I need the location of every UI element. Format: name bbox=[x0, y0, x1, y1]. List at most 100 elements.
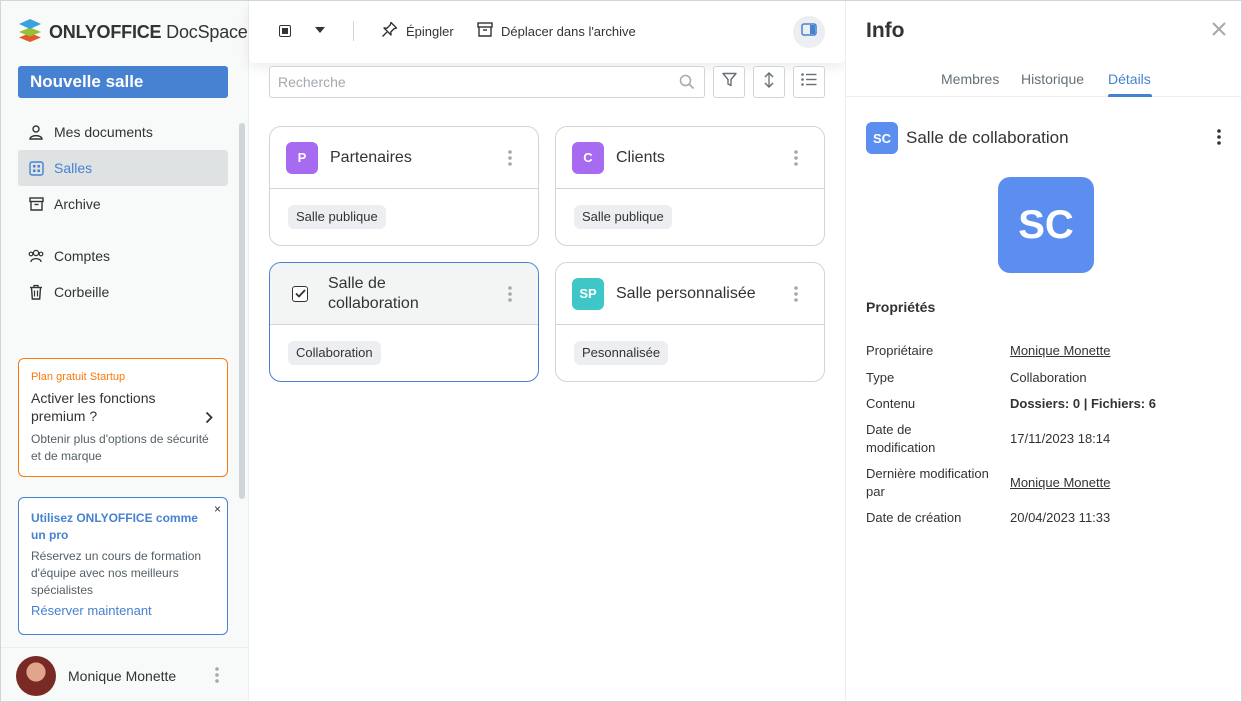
list-view-icon bbox=[801, 73, 817, 91]
avatar[interactable] bbox=[16, 655, 56, 696]
info-panel-toggle[interactable] bbox=[793, 16, 825, 48]
sidebar-item-archive[interactable]: Archive bbox=[18, 186, 228, 222]
pin-label: Épingler bbox=[406, 23, 454, 39]
sidebar-item-label: Comptes bbox=[54, 248, 111, 264]
property-label: Dernière modification par bbox=[866, 466, 989, 499]
room-title[interactable]: Salle personnalisée bbox=[616, 284, 756, 304]
modified-by-link[interactable]: Monique Monette bbox=[1010, 474, 1110, 492]
room-card-header: SP Salle personnalisée bbox=[556, 263, 824, 325]
toolbar-divider bbox=[353, 21, 354, 41]
select-all-checkbox[interactable] bbox=[279, 25, 291, 37]
info-panel: Info Membres Historique Détails SC Salle… bbox=[845, 1, 1241, 701]
property-label: Date de modification bbox=[866, 422, 936, 455]
close-icon[interactable]: × bbox=[214, 502, 221, 516]
user-name: Monique Monette bbox=[68, 667, 177, 684]
room-type-tag[interactable]: Pesonnalisée bbox=[574, 341, 669, 365]
pin-icon bbox=[381, 21, 398, 41]
more-options-icon[interactable] bbox=[794, 150, 798, 171]
more-options-icon[interactable] bbox=[794, 286, 798, 307]
app-window: ONLYOFFICE DocSpace Nouvelle salle Mes d… bbox=[0, 0, 1242, 702]
book-now-link[interactable]: Réserver maintenant bbox=[31, 603, 215, 618]
archive-icon bbox=[28, 196, 44, 212]
sort-button[interactable] bbox=[753, 66, 785, 98]
sort-icon bbox=[762, 71, 776, 94]
filter-icon bbox=[721, 72, 737, 92]
more-options-icon[interactable] bbox=[215, 667, 219, 688]
room-type-tag[interactable]: Salle publique bbox=[574, 205, 672, 229]
promo-header: Plan gratuit Startup bbox=[31, 371, 126, 383]
sidebar-item-label: Salles bbox=[54, 160, 93, 176]
sidebar-scrollbar[interactable] bbox=[239, 123, 245, 499]
room-large-logo: SC bbox=[998, 177, 1094, 273]
sidebar-item-label: Archive bbox=[54, 196, 101, 212]
room-type-tag[interactable]: Salle publique bbox=[288, 205, 386, 229]
sidebar-item-rooms[interactable]: Salles bbox=[18, 150, 228, 186]
room-name: Salle de collaboration bbox=[906, 128, 1069, 147]
room-title[interactable]: Partenaires bbox=[330, 148, 412, 168]
promo-description: Obtenir plus d'options de sécurité et de… bbox=[31, 432, 209, 463]
logo[interactable]: ONLYOFFICE DocSpace bbox=[17, 17, 248, 48]
pro-training-banner: Utilisez ONLYOFFICE comme un pro Réserve… bbox=[18, 497, 228, 635]
sidebar-item-accounts[interactable]: Comptes bbox=[18, 238, 228, 274]
search-input[interactable] bbox=[269, 66, 705, 98]
rooms-icon bbox=[28, 160, 44, 176]
sidebar-item-trash[interactable]: Corbeille bbox=[18, 274, 228, 310]
sidebar-item-my-documents[interactable]: Mes documents bbox=[18, 114, 228, 150]
chevron-right-icon[interactable] bbox=[205, 411, 213, 429]
logo-text: ONLYOFFICE DocSpace bbox=[49, 22, 248, 42]
room-card-header: Salle de collaboration bbox=[270, 263, 538, 325]
room-card-collaboration[interactable]: Salle de collaboration Collaboration bbox=[269, 262, 539, 382]
more-options-icon[interactable] bbox=[508, 150, 512, 171]
promo-title: Activer les fonctions premium ? bbox=[31, 390, 156, 424]
property-label: Contenu bbox=[866, 396, 916, 411]
property-value: Collaboration bbox=[1010, 370, 1087, 385]
property-label: Type bbox=[866, 370, 895, 385]
room-title[interactable]: Clients bbox=[616, 148, 665, 168]
search-icon[interactable] bbox=[679, 74, 695, 95]
filter-button[interactable] bbox=[713, 66, 745, 98]
main-content: Épingler Déplacer dans l'archive Recherc… bbox=[249, 1, 845, 701]
room-logo: C bbox=[572, 141, 604, 174]
archive-icon bbox=[477, 22, 493, 40]
premium-promo-card[interactable]: Plan gratuit Startup Activer les fonctio… bbox=[18, 358, 228, 477]
accounts-icon bbox=[28, 248, 44, 264]
room-logo: SC bbox=[866, 122, 898, 154]
move-to-archive-label: Déplacer dans l'archive bbox=[501, 23, 636, 39]
pro-banner-description: Réservez un cours de formation d'équipe … bbox=[31, 549, 202, 597]
room-type-tag[interactable]: Collaboration bbox=[288, 341, 381, 365]
more-options-icon[interactable] bbox=[1217, 129, 1221, 150]
pin-button[interactable]: Épingler bbox=[381, 21, 454, 41]
room-card-partners[interactable]: P Partenaires Salle publique bbox=[269, 126, 539, 246]
room-checkbox[interactable] bbox=[292, 285, 308, 302]
tab-members[interactable]: Membres bbox=[941, 71, 999, 87]
new-room-button[interactable]: Nouvelle salle bbox=[18, 66, 228, 98]
room-card-header: P Partenaires bbox=[270, 127, 538, 189]
move-to-archive-button[interactable]: Déplacer dans l'archive bbox=[477, 21, 636, 41]
property-value: 20/04/2023 11:33 bbox=[1010, 510, 1111, 525]
room-card-custom[interactable]: SP Salle personnalisée Pesonnalisée bbox=[555, 262, 825, 382]
properties-title: Propriétés bbox=[866, 299, 936, 315]
trash-icon bbox=[28, 284, 44, 300]
user-icon bbox=[28, 124, 44, 140]
pro-banner-title: Utilisez ONLYOFFICE comme un pro bbox=[31, 511, 198, 542]
sidebar-item-label: Mes documents bbox=[54, 124, 153, 140]
close-icon[interactable] bbox=[1211, 21, 1227, 42]
chevron-down-icon[interactable] bbox=[315, 27, 325, 33]
info-panel-title: Info bbox=[866, 19, 905, 42]
room-title[interactable]: Salle de collaboration bbox=[328, 274, 458, 314]
tab-details[interactable]: Détails bbox=[1108, 71, 1151, 87]
room-card-clients[interactable]: C Clients Salle publique bbox=[555, 126, 825, 246]
sidebar-item-label: Corbeille bbox=[54, 284, 110, 300]
property-value: 17/11/2023 18:14 bbox=[1010, 431, 1111, 446]
info-tabs: Membres Historique Détails bbox=[846, 63, 1241, 97]
active-tab-indicator bbox=[1108, 94, 1152, 97]
tab-history[interactable]: Historique bbox=[1021, 71, 1084, 87]
property-value: Dossiers: 0 | Fichiers: 6 bbox=[1010, 396, 1156, 411]
view-list-button[interactable] bbox=[793, 66, 825, 98]
user-profile[interactable]: Monique Monette bbox=[1, 647, 249, 701]
more-options-icon[interactable] bbox=[508, 286, 512, 307]
selected-room-header: SC Salle de collaboration bbox=[866, 122, 1069, 154]
room-logo: SP bbox=[572, 277, 604, 310]
property-label: Propriétaire bbox=[866, 343, 934, 358]
owner-link[interactable]: Monique Monette bbox=[1010, 342, 1110, 360]
